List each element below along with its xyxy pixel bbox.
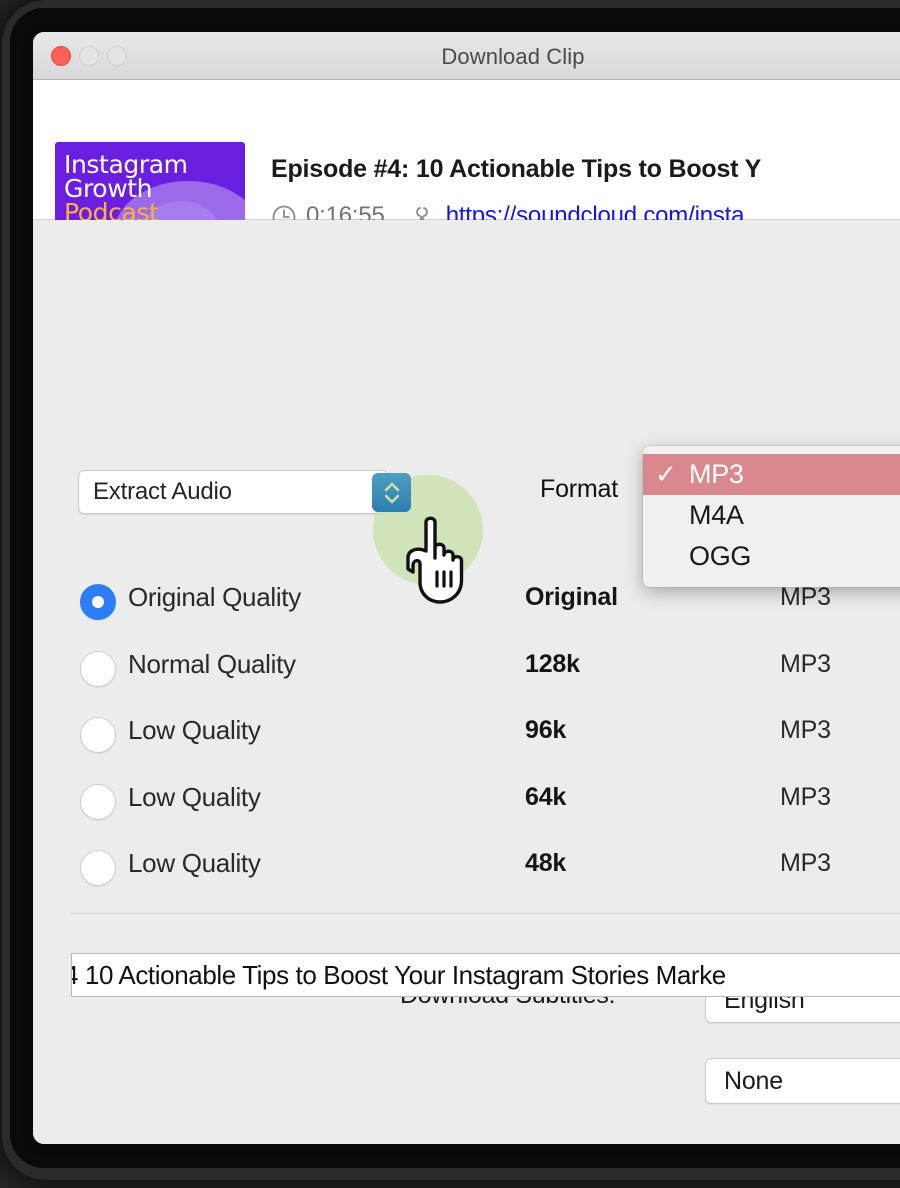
quality-radio[interactable] (80, 717, 116, 753)
table-row[interactable]: Normal Quality 128k MP3 (33, 645, 900, 712)
format-option-ogg[interactable]: OGG (643, 536, 900, 577)
quality-bitrate: Original (525, 583, 618, 611)
mode-select-stepper[interactable] (372, 473, 411, 512)
table-row[interactable]: Low Quality 48k MP3 (33, 844, 900, 911)
window-title: Download Clip (441, 44, 585, 69)
table-row[interactable]: Low Quality 64k MP3 (33, 778, 900, 845)
titlebar: Download Clip (33, 32, 900, 80)
format-option-label: M4A (689, 500, 744, 530)
quality-label: Normal Quality (128, 648, 296, 679)
checkmark-icon: ✓ (655, 459, 677, 489)
quality-options-list: Original Quality Original MP3 Normal Qua… (33, 578, 900, 911)
quality-radio[interactable] (80, 584, 116, 620)
download-clip-window: Download Clip Instagram Growth Podcast E… (33, 32, 900, 1144)
format-label: Format (540, 475, 618, 503)
quality-bitrate: 48k (525, 849, 567, 877)
quality-bitrate: 96k (525, 716, 567, 744)
quality-format: MP3 (780, 782, 831, 811)
subtitles-secondary-select[interactable]: None (705, 1058, 900, 1104)
filename-input[interactable]: 4 10 Actionable Tips to Boost Your Insta… (71, 953, 900, 997)
mode-select-value: Extract Audio (93, 478, 232, 505)
quality-format: MP3 (780, 849, 831, 877)
episode-header: Instagram Growth Podcast Episode #4: 10 … (33, 80, 900, 255)
format-option-mp3[interactable]: ✓ MP3 (643, 454, 900, 495)
quality-label: Low Quality (128, 715, 261, 745)
quality-radio[interactable] (80, 850, 116, 886)
quality-format: MP3 (780, 583, 831, 611)
quality-label: Low Quality (128, 848, 261, 878)
section-divider (71, 913, 900, 914)
quality-radio[interactable] (80, 783, 116, 820)
quality-radio[interactable] (80, 650, 116, 687)
quality-label: Low Quality (128, 781, 261, 812)
checkmark-placeholder-icon (655, 541, 689, 572)
episode-title: Episode #4: 10 Actionable Tips to Boost … (271, 155, 762, 183)
mouse-cursor-pointing-hand (404, 514, 480, 611)
quality-bitrate: 128k (525, 649, 580, 678)
quality-format: MP3 (780, 716, 831, 744)
dialog-body: Extract Audio Format ✓ MP3 M4A OGG Origi… (33, 220, 900, 1144)
quality-label: Original Quality (128, 582, 301, 612)
quality-format: MP3 (780, 649, 831, 678)
format-option-label: MP3 (689, 459, 744, 489)
artwork-text: Instagram Growth Podcast (64, 152, 188, 225)
mode-select[interactable]: Extract Audio (78, 470, 389, 514)
format-popup-menu[interactable]: ✓ MP3 M4A OGG (643, 446, 900, 587)
filename-input-value: 4 10 Actionable Tips to Boost Your Insta… (71, 959, 726, 990)
quality-bitrate: 64k (525, 782, 567, 811)
format-option-m4a[interactable]: M4A (643, 495, 900, 536)
table-row[interactable]: Low Quality 96k MP3 (33, 711, 900, 778)
checkmark-placeholder-icon (655, 500, 689, 531)
format-option-label: OGG (689, 541, 752, 571)
